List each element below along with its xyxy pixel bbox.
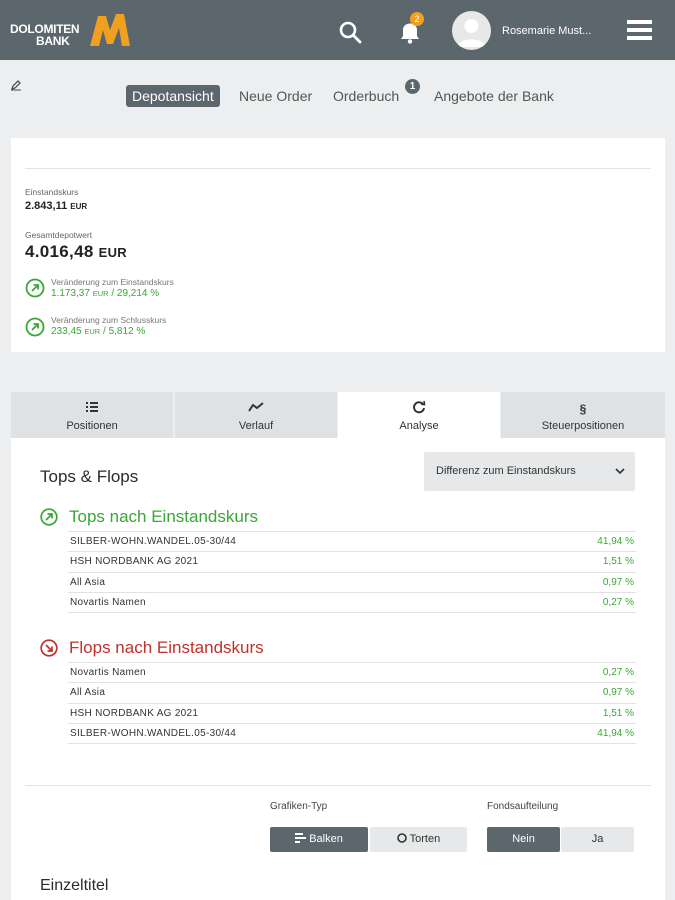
einstandskurs-value: 2.843,11 EUR: [25, 200, 88, 212]
comparison-dropdown[interactable]: Differenz zum Einstandskurs: [424, 452, 635, 491]
tab-label: Steuerpositionen: [541, 420, 625, 432]
search-icon[interactable]: [338, 20, 362, 44]
nein-label: Nein: [512, 833, 535, 845]
table-row[interactable]: Novartis Namen 0,27 %: [68, 662, 636, 682]
table-row[interactable]: HSH NORDBANK AG 2021 1,51 %: [68, 551, 636, 571]
chg-einstandskurs-value: 1.173,37 EUR / 29,214 %: [51, 288, 160, 299]
analyse-panel: Tops & Flops Differenz zum Einstandskurs…: [11, 438, 665, 900]
gesamtdepotwert-value: 4.016,48 EUR: [25, 242, 127, 261]
logo-line2: BANK: [36, 34, 70, 48]
table-row[interactable]: SILBER-WOHN.WANDEL.05-30/44 41,94 %: [68, 531, 636, 551]
row-name: HSH NORDBANK AG 2021: [70, 556, 199, 567]
pie-chart-icon: [396, 833, 407, 843]
row-value: 41,94 %: [597, 728, 634, 739]
balken-label: Balken: [309, 833, 343, 845]
einzeltitel-heading: Einzeltitel: [40, 877, 109, 894]
avatar[interactable]: [452, 11, 491, 50]
app-header: DOLOMITEN BANK 2 Rosemarie Must...: [0, 0, 675, 60]
notifications-bell-icon[interactable]: 2: [396, 12, 424, 46]
notification-count-badge: 2: [410, 12, 424, 26]
row-value: 41,94 %: [597, 536, 634, 547]
table-row[interactable]: All Asia 0,97 %: [68, 682, 636, 702]
flops-title: Flops nach Einstandskurs: [69, 638, 264, 657]
tab-positionen[interactable]: Positionen: [11, 392, 173, 438]
gesamtdepotwert-label: Gesamtdepotwert: [25, 230, 93, 240]
tops-flops-title: Tops & Flops: [40, 467, 139, 486]
orderbuch-badge: 1: [405, 79, 420, 94]
subnav-angebote[interactable]: Angebote der Bank: [434, 85, 554, 107]
row-value: 0,27 %: [602, 667, 634, 678]
divider: [25, 785, 651, 786]
tab-steuerpositionen[interactable]: § Steuerpositionen: [501, 392, 665, 438]
chg-schlusskurs-label: Veränderung zum Schlusskurs: [51, 315, 167, 325]
einstandskurs-label: Einstandskurs: [25, 187, 79, 197]
chg-einstandskurs-label: Veränderung zum Einstandskurs: [51, 277, 174, 287]
tab-verlauf[interactable]: Verlauf: [175, 392, 337, 438]
list-icon: [11, 400, 173, 414]
user-name[interactable]: Rosemarie Must...: [502, 25, 591, 37]
table-row[interactable]: SILBER-WOHN.WANDEL.05-30/44 41,94 %: [68, 723, 636, 744]
arrow-up-right-icon: [25, 278, 45, 298]
tab-label: Positionen: [66, 420, 118, 432]
tab-analyse[interactable]: Analyse: [338, 392, 500, 438]
depot-tabs: Positionen Verlauf Analyse § Steuerposit…: [11, 392, 665, 438]
tab-label: Verlauf: [238, 420, 274, 432]
row-value: 1,51 %: [602, 708, 634, 719]
tops-title: Tops nach Einstandskurs: [69, 507, 258, 526]
arrow-up-right-icon: [40, 508, 58, 526]
refresh-icon: [338, 400, 500, 414]
table-row[interactable]: All Asia 0,97 %: [68, 572, 636, 592]
subnav-depotansicht[interactable]: Depotansicht: [126, 85, 220, 107]
fonds-nein-button[interactable]: Nein: [487, 827, 560, 852]
bar-chart-icon: [295, 833, 307, 843]
subnav-neue-order[interactable]: Neue Order: [239, 85, 312, 107]
tab-label: Analyse: [399, 420, 439, 432]
grafik-typ-label: Grafiken-Typ: [270, 801, 328, 812]
user-avatar-icon: [457, 19, 486, 47]
chg-schlusskurs-value: 233,45 EUR / 5,812 %: [51, 326, 146, 337]
row-value: 0,97 %: [602, 687, 634, 698]
dropdown-value: Differenz zum Einstandskurs: [436, 465, 576, 477]
row-value: 0,27 %: [602, 597, 634, 608]
table-row[interactable]: Novartis Namen 0,27 %: [68, 592, 636, 613]
arrow-up-right-icon: [25, 317, 45, 337]
depot-summary-card: Einstandskurs 2.843,11 EUR Gesamtdepotwe…: [11, 138, 665, 352]
menu-icon[interactable]: [627, 20, 652, 42]
balken-button[interactable]: Balken: [270, 827, 368, 852]
fondsaufteilung-label: Fondsaufteilung: [487, 801, 559, 812]
row-name: Novartis Namen: [70, 667, 146, 678]
torten-label: Torten: [409, 833, 441, 845]
line-chart-icon: [175, 400, 337, 414]
ja-label: Ja: [591, 833, 604, 845]
row-name: Novartis Namen: [70, 597, 146, 608]
row-value: 1,51 %: [602, 556, 634, 567]
table-row[interactable]: HSH NORDBANK AG 2021 1,51 %: [68, 703, 636, 723]
row-name: SILBER-WOHN.WANDEL.05-30/44: [70, 728, 237, 739]
row-name: All Asia: [70, 687, 106, 698]
row-value: 0,97 %: [602, 577, 634, 588]
row-name: HSH NORDBANK AG 2021: [70, 708, 199, 719]
bank-logo[interactable]: DOLOMITEN BANK: [10, 12, 135, 50]
row-name: SILBER-WOHN.WANDEL.05-30/44: [70, 536, 237, 547]
chevron-down-icon: [615, 468, 625, 475]
subnav-orderbuch[interactable]: Orderbuch: [333, 85, 399, 107]
logo-m-icon: [90, 14, 130, 46]
depot-subnav: Depotansicht Neue Order Orderbuch Angebo…: [0, 85, 675, 107]
row-name: All Asia: [70, 577, 106, 588]
torten-button[interactable]: Torten: [370, 827, 467, 852]
paragraph-icon: §: [579, 402, 587, 416]
divider: [25, 168, 651, 169]
arrow-down-right-icon: [40, 639, 58, 657]
fonds-ja-button[interactable]: Ja: [561, 827, 634, 852]
